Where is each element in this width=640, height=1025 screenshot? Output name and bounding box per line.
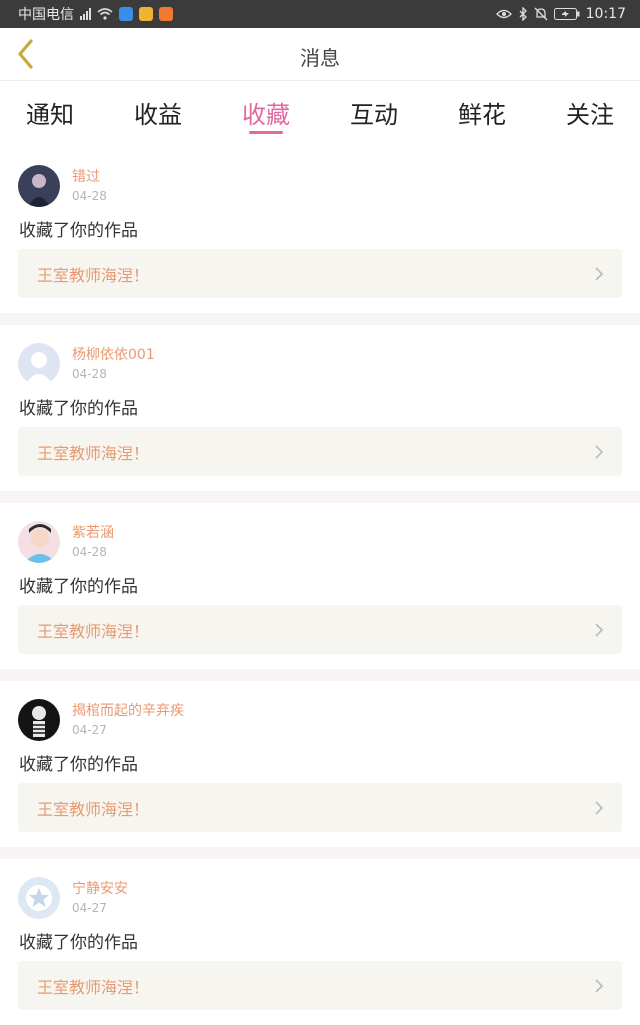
tab-earnings[interactable]: 收益 (134, 81, 182, 130)
wifi-icon (97, 8, 113, 20)
tab-interactions[interactable]: 互动 (350, 81, 398, 130)
avatar[interactable] (18, 699, 60, 741)
username[interactable]: 杨柳依依001 (72, 344, 155, 364)
signal-icon (80, 8, 91, 20)
tab-favorites[interactable]: 收藏 (242, 81, 290, 134)
work-link[interactable]: 王室教师海涅！ (18, 961, 622, 1010)
username[interactable]: 宁静安安 (72, 878, 128, 898)
work-link[interactable]: 王室教师海涅！ (18, 783, 622, 832)
work-title: 王室教师海涅！ (37, 799, 150, 819)
tab-bar: 通知 收益 收藏 互动 鲜花 关注 (0, 81, 640, 147)
work-link[interactable]: 王室教师海涅！ (18, 605, 622, 654)
action-text: 收藏了你的作品 (19, 399, 138, 419)
chevron-right-icon (595, 800, 604, 815)
chevron-right-icon (595, 266, 604, 281)
work-title: 王室教师海涅！ (37, 621, 150, 641)
list-item: 杨柳依依001 04-28 收藏了你的作品 王室教师海涅！ (0, 325, 640, 491)
app-notification-icon (139, 7, 153, 21)
work-title: 王室教师海涅！ (37, 265, 150, 285)
avatar[interactable] (18, 877, 60, 919)
work-link[interactable]: 王室教师海涅！ (18, 249, 622, 298)
status-bar: 中国电信 10:17 (0, 0, 640, 28)
avatar[interactable] (18, 521, 60, 563)
mute-bell-icon (534, 7, 548, 21)
page-title: 消息 (300, 46, 340, 70)
username[interactable]: 揭棺而起的辛弃疾 (72, 700, 184, 720)
action-text: 收藏了你的作品 (19, 577, 138, 597)
action-text: 收藏了你的作品 (19, 755, 138, 775)
action-text: 收藏了你的作品 (19, 933, 138, 953)
username[interactable]: 错过 (72, 166, 100, 186)
list-item: 紫若涵 04-28 收藏了你的作品 王室教师海涅！ (0, 503, 640, 669)
list-item: 揭棺而起的辛弃疾 04-27 收藏了你的作品 王室教师海涅！ (0, 681, 640, 847)
work-link[interactable]: 王室教师海涅！ (18, 427, 622, 476)
tab-follows[interactable]: 关注 (566, 81, 614, 130)
battery-icon (553, 8, 580, 20)
timestamp: 04-28 (72, 545, 107, 559)
timestamp: 04-27 (72, 901, 107, 915)
chevron-right-icon (595, 444, 604, 459)
eye-icon (495, 9, 512, 19)
action-text: 收藏了你的作品 (19, 221, 138, 241)
list-item: 错过 04-28 收藏了你的作品 王室教师海涅！ (0, 147, 640, 313)
avatar[interactable] (18, 343, 60, 385)
carrier-label: 中国电信 (18, 7, 74, 23)
bluetooth-icon (519, 7, 527, 21)
shield-app-icon (119, 7, 133, 21)
list-item: 宁静安安 04-27 收藏了你的作品 王室教师海涅！ (0, 859, 640, 1025)
tab-flowers[interactable]: 鲜花 (458, 81, 506, 130)
timestamp: 04-28 (72, 189, 107, 203)
timestamp: 04-28 (72, 367, 107, 381)
status-bar-left: 中国电信 (18, 4, 173, 24)
tab-notifications[interactable]: 通知 (26, 81, 74, 130)
username[interactable]: 紫若涵 (72, 522, 114, 542)
status-bar-right: 10:17 (495, 6, 626, 22)
work-title: 王室教师海涅！ (37, 977, 150, 997)
chevron-right-icon (595, 622, 604, 637)
clock: 10:17 (585, 6, 626, 22)
chevron-right-icon (595, 978, 604, 993)
avatar[interactable] (18, 165, 60, 207)
message-list: 错过 04-28 收藏了你的作品 王室教师海涅！ 杨柳依依001 04-28 收… (0, 147, 640, 1025)
timestamp: 04-27 (72, 723, 107, 737)
app-header: 消息 (0, 28, 640, 81)
work-title: 王室教师海涅！ (37, 443, 150, 463)
app-notification-icon-2 (159, 7, 173, 21)
